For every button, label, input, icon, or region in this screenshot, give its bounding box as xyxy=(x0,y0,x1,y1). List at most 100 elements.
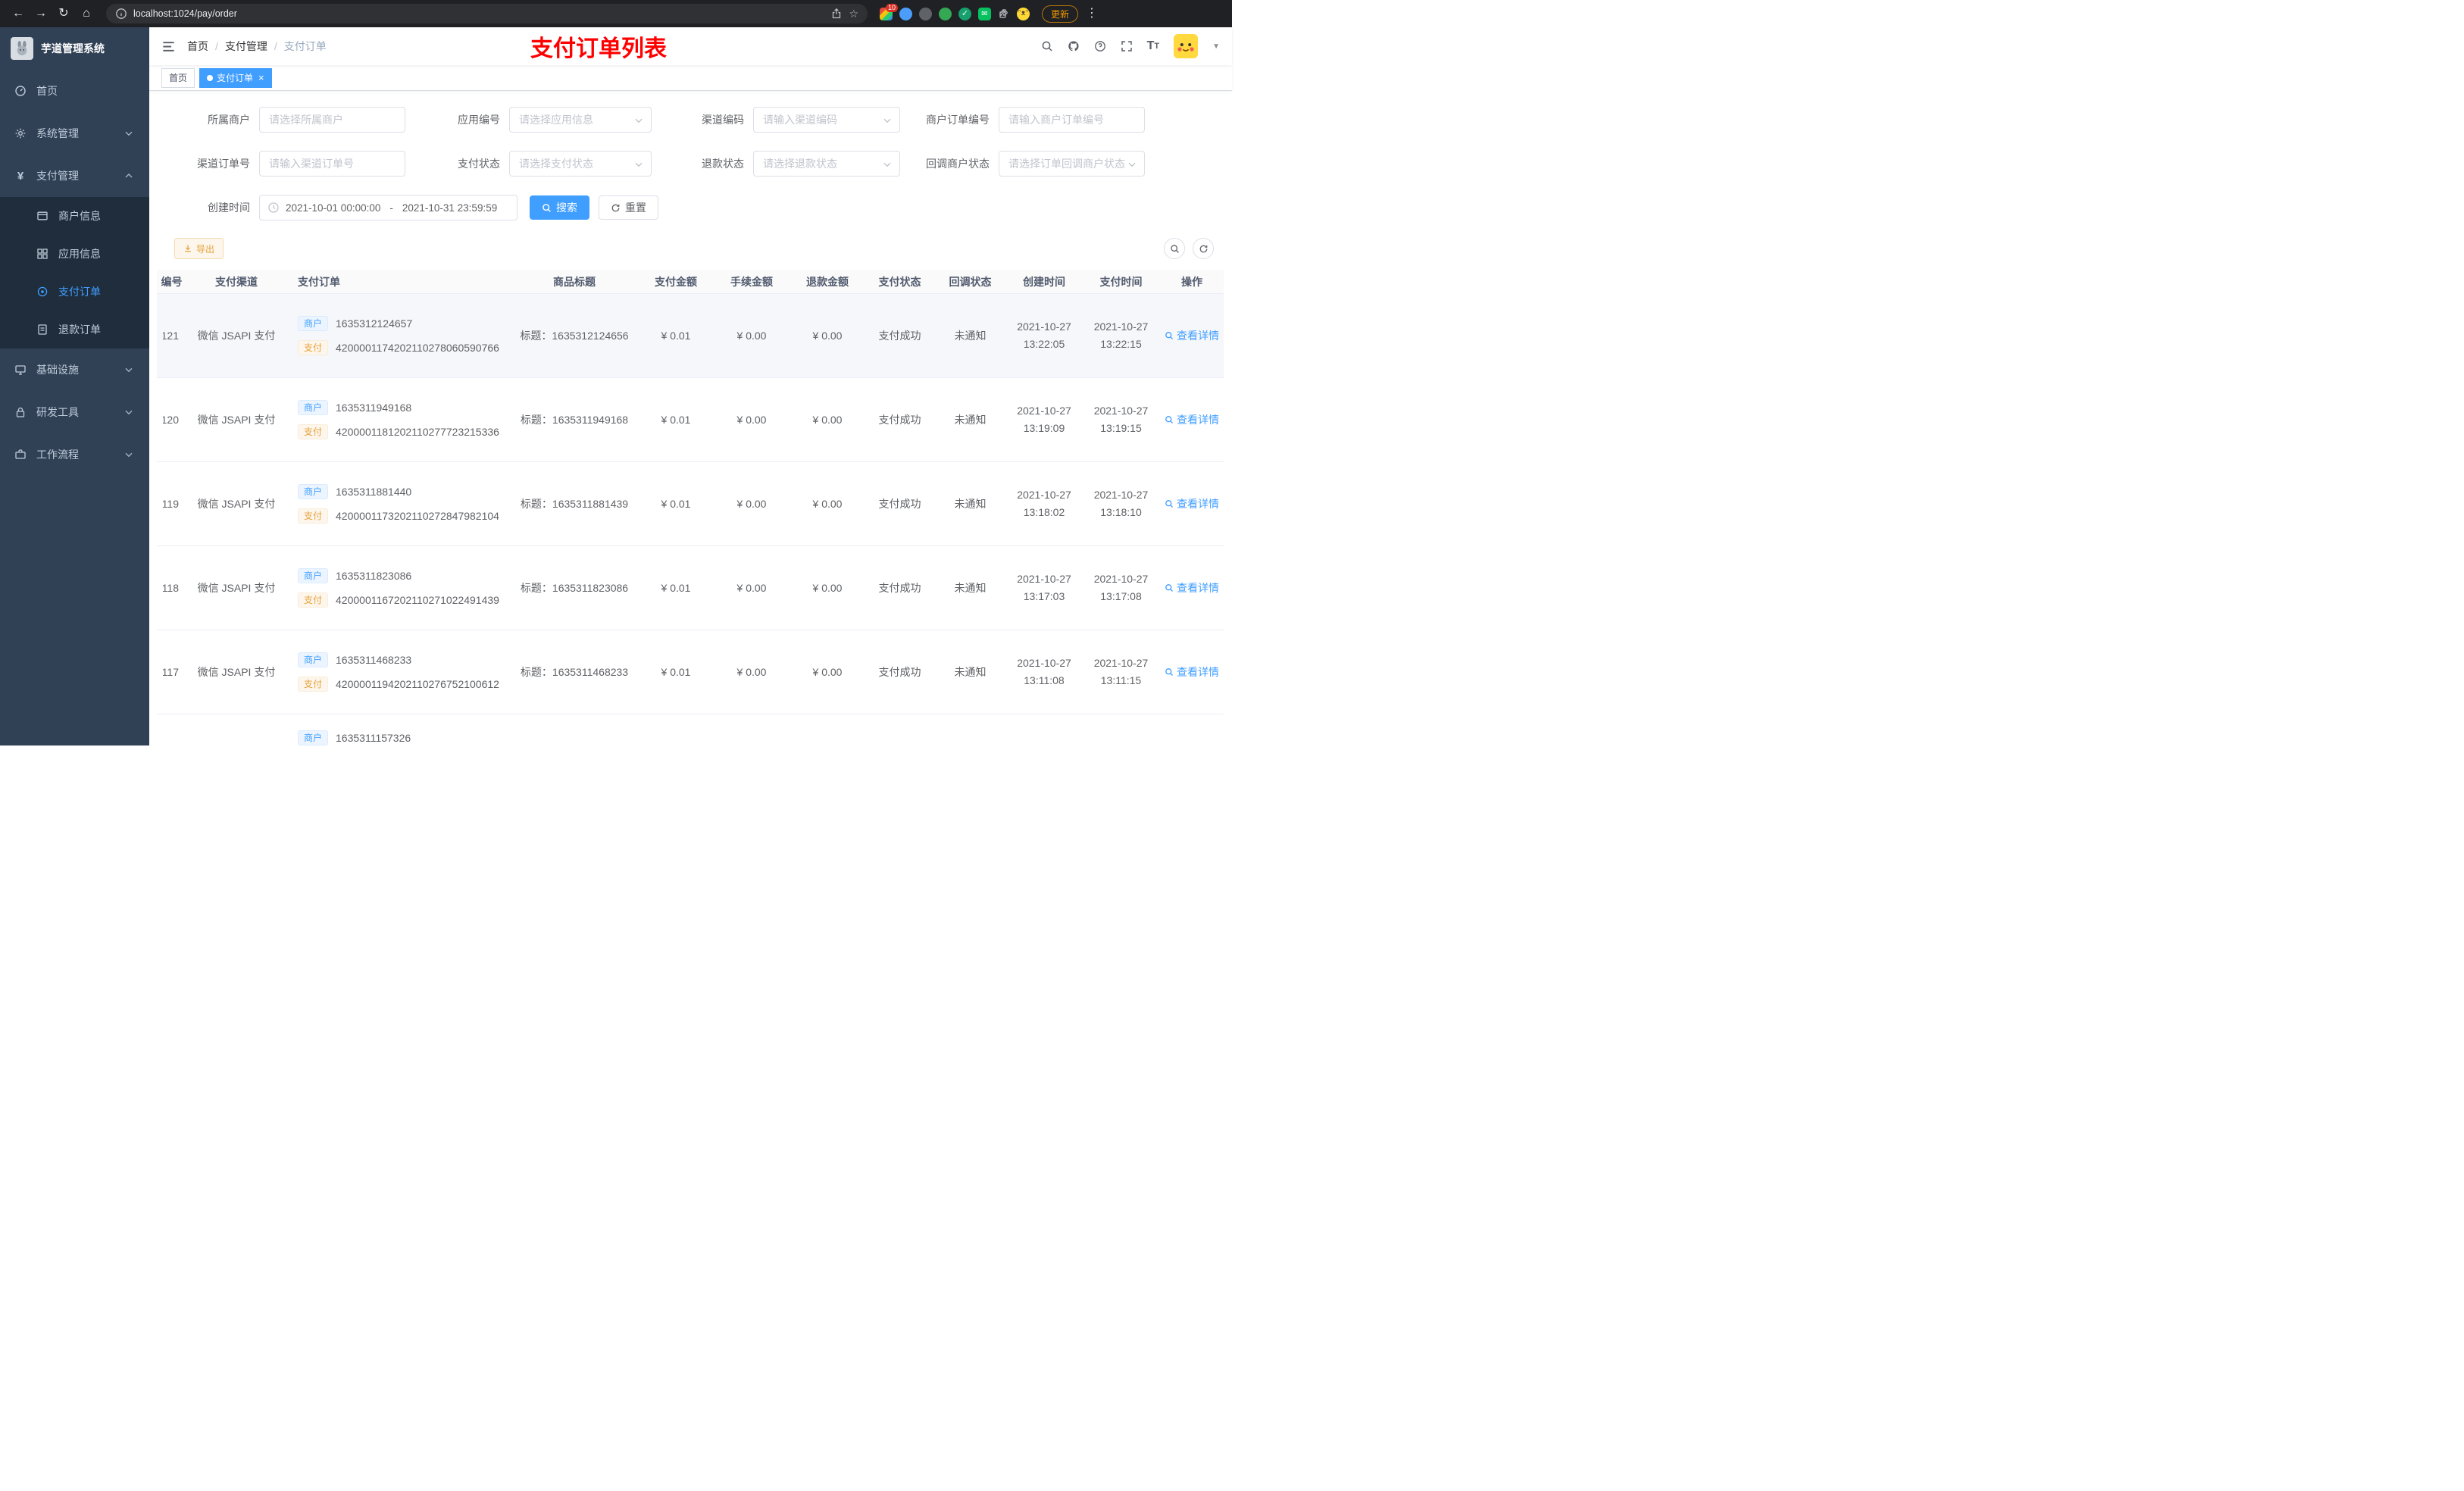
bookmark-star-icon[interactable]: ☆ xyxy=(849,8,858,20)
tab-pay-order[interactable]: 支付订单 × xyxy=(199,67,272,88)
chevron-up-icon xyxy=(125,173,133,178)
filter-label-channel-order-no: 渠道订单号 xyxy=(197,158,250,170)
view-detail-link[interactable]: 查看详情 xyxy=(1165,328,1219,343)
fullscreen-icon[interactable] xyxy=(1121,40,1133,52)
share-icon[interactable] xyxy=(830,8,843,20)
github-icon[interactable] xyxy=(1068,40,1080,52)
merchant-input[interactable] xyxy=(259,107,405,133)
close-icon[interactable]: × xyxy=(258,72,264,83)
chevron-down-icon xyxy=(635,118,643,123)
extension-gray-icon[interactable] xyxy=(919,7,932,20)
date-separator: - xyxy=(389,202,393,214)
toggle-search-icon[interactable] xyxy=(1164,238,1185,259)
extension-chat-icon[interactable]: ✉ xyxy=(978,7,991,20)
app-no-select[interactable] xyxy=(509,107,652,133)
sidebar-item-label: 首页 xyxy=(36,85,58,97)
tags-view: 首页 支付订单 × xyxy=(149,65,1232,91)
filter-label-merchant: 所属商户 xyxy=(208,114,250,126)
sidebar-item-payment[interactable]: ¥ 支付管理 xyxy=(0,155,149,197)
avatar[interactable] xyxy=(1174,34,1199,58)
pay-tag: 支付 xyxy=(298,424,329,439)
font-size-icon[interactable]: TT xyxy=(1147,40,1160,52)
sidebar-item-app-info[interactable]: 应用信息 xyxy=(0,235,149,273)
notify-status-select[interactable] xyxy=(999,151,1145,177)
search-icon xyxy=(1165,668,1173,676)
table-row: 117 微信 JSAPI 支付 商户 1635311468233 支付 420000… xyxy=(157,630,1224,714)
table-row: 120 微信 JSAPI 支付 商户 1635311949168 支付 420000… xyxy=(157,378,1224,462)
extensions-puzzle-icon[interactable] xyxy=(998,8,1010,20)
pay-tag: 支付 xyxy=(298,677,329,692)
chevron-down-icon xyxy=(125,131,133,136)
view-detail-link[interactable]: 查看详情 xyxy=(1165,412,1219,427)
breadcrumb-home[interactable]: 首页 xyxy=(187,39,208,54)
channel-order-no-input[interactable] xyxy=(259,151,405,177)
breadcrumb-current: 支付订单 xyxy=(283,40,327,52)
forward-icon[interactable]: → xyxy=(32,5,50,23)
sidebar-item-label: 商户信息 xyxy=(58,210,101,222)
sidebar-item-label: 应用信息 xyxy=(58,248,101,260)
search-icon xyxy=(1165,416,1173,424)
sidebar-item-label: 系统管理 xyxy=(36,127,79,139)
browser-menu-icon[interactable]: ⋮ xyxy=(1083,5,1101,23)
refresh-icon xyxy=(611,204,620,211)
export-button[interactable]: 导出 xyxy=(174,238,224,259)
table-header: 编号 支付渠道 支付订单 商品标题 支付金额 手续金额 退款金额 支付状态 回调… xyxy=(157,270,1224,294)
create-time-range-input[interactable]: 2021-10-01 00:00:00 - 2021-10-31 23:59:5… xyxy=(259,195,518,220)
table-row: 商户1635311157326 支付 xyxy=(157,714,1224,746)
sidebar-item-label: 退款订单 xyxy=(58,324,101,336)
extension-check-icon[interactable]: ✓ xyxy=(958,7,971,20)
sidebar-item-home[interactable]: 首页 xyxy=(0,70,149,112)
sidebar-item-system[interactable]: 系统管理 xyxy=(0,112,149,155)
clock-icon xyxy=(268,202,279,213)
hamburger-icon[interactable] xyxy=(161,39,176,54)
dashboard-icon xyxy=(15,86,26,96)
view-detail-link[interactable]: 查看详情 xyxy=(1165,496,1219,511)
extension-green-icon[interactable] xyxy=(939,7,952,20)
sidebar-item-infrastructure[interactable]: 基础设施 xyxy=(0,349,149,391)
view-detail-link[interactable]: 查看详情 xyxy=(1165,664,1219,680)
table-row: 119 微信 JSAPI 支付 商户 1635311881440 支付 420000… xyxy=(157,462,1224,546)
logo: 芋道管理系统 xyxy=(0,27,149,70)
back-icon[interactable]: ← xyxy=(9,5,27,23)
view-detail-link[interactable]: 查看详情 xyxy=(1165,580,1219,595)
search-button[interactable]: 搜索 xyxy=(530,195,589,220)
merchant-card-icon xyxy=(37,211,48,220)
extension-face-icon[interactable]: ᵔᴥᵔ xyxy=(1017,7,1030,20)
sidebar-item-refund-order[interactable]: 退款订单 xyxy=(0,311,149,349)
address-bar[interactable]: localhost:1024/pay/order ☆ xyxy=(106,4,868,23)
chevron-down-icon xyxy=(125,410,133,415)
refund-status-select[interactable] xyxy=(753,151,900,177)
help-icon[interactable] xyxy=(1094,40,1106,52)
tab-home[interactable]: 首页 xyxy=(161,67,195,88)
sidebar-item-pay-order[interactable]: 支付订单 xyxy=(0,273,149,311)
sidebar-item-dev-tools[interactable]: 研发工具 xyxy=(0,391,149,433)
browser-home-icon[interactable]: ⌂ xyxy=(77,5,95,23)
reload-icon[interactable]: ↻ xyxy=(55,5,73,23)
top-navbar: 首页 / 支付管理 / 支付订单 支付订单列表 T T ▼ xyxy=(149,27,1232,65)
sidebar-item-label: 研发工具 xyxy=(36,406,79,418)
reset-button[interactable]: 重置 xyxy=(599,195,658,220)
refresh-table-icon[interactable] xyxy=(1193,238,1214,259)
sidebar-item-workflow[interactable]: 工作流程 xyxy=(0,433,149,476)
sidebar-item-label: 支付订单 xyxy=(58,286,101,298)
extension-blue-icon[interactable] xyxy=(899,7,912,20)
extension-colorful-icon[interactable]: 10 xyxy=(880,3,898,20)
channel-code-select[interactable] xyxy=(753,107,900,133)
orders-table: 编号 支付渠道 支付订单 商品标题 支付金额 手续金额 退款金额 支付状态 回调… xyxy=(157,270,1224,746)
browser-chrome: ← → ↻ ⌂ localhost:1024/pay/order ☆ 10 ✓ … xyxy=(0,0,1232,27)
filter-label-create-time: 创建时间 xyxy=(208,202,250,214)
avatar-caret-icon[interactable]: ▼ xyxy=(1212,42,1220,51)
search-icon[interactable] xyxy=(1041,40,1053,52)
merchant-tag: 商户 xyxy=(298,400,329,415)
sidebar-item-merchant-info[interactable]: 商户信息 xyxy=(0,197,149,235)
site-info-icon[interactable] xyxy=(115,8,127,20)
annotation-title: 支付订单列表 xyxy=(530,36,668,61)
url-text: localhost:1024/pay/order xyxy=(133,8,237,19)
merchant-order-no-input[interactable] xyxy=(999,107,1145,133)
pay-tag: 支付 xyxy=(298,508,329,524)
search-icon xyxy=(1165,332,1173,339)
search-icon xyxy=(1165,500,1173,508)
pay-status-select[interactable] xyxy=(509,151,652,177)
breadcrumb-payment[interactable]: 支付管理 xyxy=(225,39,267,54)
browser-update-button[interactable]: 更新 xyxy=(1042,5,1079,23)
